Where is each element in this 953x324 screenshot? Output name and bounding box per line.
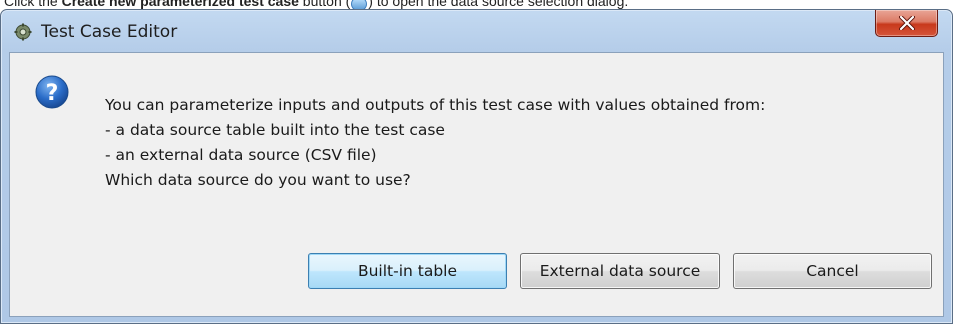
external-data-source-button[interactable]: External data source — [520, 253, 720, 289]
message-line: Which data source do you want to use? — [105, 171, 411, 189]
instruction-suffix: ) to open the data source selection dial… — [368, 0, 629, 9]
question-icon: ? — [35, 75, 69, 109]
title-bar[interactable]: Test Case Editor — [1, 10, 952, 52]
close-icon — [899, 16, 915, 30]
window-title: Test Case Editor — [41, 22, 178, 42]
instruction-bold: Create new parameterized test case — [61, 0, 299, 9]
svg-text:?: ? — [46, 81, 59, 106]
dialog-message: You can parameterize inputs and outputs … — [105, 93, 765, 193]
parameterized-test-icon — [351, 0, 368, 9]
instruction-middle: button ( — [298, 0, 351, 9]
gear-icon — [14, 23, 32, 41]
dialog-window: Test Case Editor ? You can parameterize … — [0, 9, 953, 324]
message-line: - an external data source (CSV file) — [105, 146, 377, 164]
message-line: - a data source table built into the tes… — [105, 121, 445, 139]
close-button[interactable] — [875, 10, 938, 37]
message-line: You can parameterize inputs and outputs … — [105, 96, 766, 114]
dialog-body: ? You can parameterize inputs and output… — [9, 52, 944, 317]
built-in-table-button[interactable]: Built-in table — [308, 253, 507, 289]
instruction-prefix: Click the — [4, 0, 62, 9]
cancel-button[interactable]: Cancel — [733, 253, 932, 289]
instruction-text: Click the Create new parameterized test … — [4, 0, 628, 9]
